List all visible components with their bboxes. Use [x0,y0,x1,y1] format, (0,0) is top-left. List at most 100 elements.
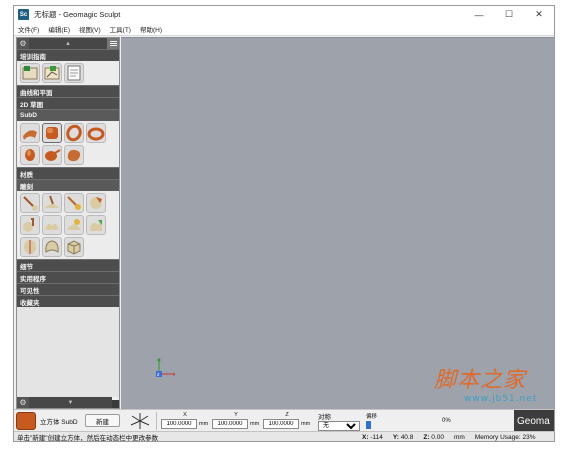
subd-tools [17,121,119,167]
menu-tools[interactable]: 工具(T) [110,24,131,34]
chevron-up-icon[interactable]: ▲ [29,38,107,49]
maximize-button[interactable]: ☐ [494,6,524,23]
minimize-button[interactable]: — [464,6,494,23]
divider [156,411,157,430]
palette-top-toolbar: ⚙ ▲ [17,38,119,49]
sculpt-carve-icon[interactable] [20,193,40,213]
sculpt-attract-icon[interactable] [86,193,106,213]
sculpt-tools [17,191,119,259]
offset-percent: 0% [442,417,451,424]
status-y: Y: 40.8 [393,434,414,441]
sculpt-face-icon[interactable] [20,237,40,257]
category-curves[interactable]: 曲线和平面 [17,85,119,97]
status-z-value: 0.00 [431,433,444,441]
symmetry-control: 对称 无 [318,411,360,431]
category-visibility[interactable]: 可见性 [17,283,119,295]
status-x: X: -114 [362,434,383,441]
offset-slider[interactable] [366,420,438,429]
y-dimension: Y mm [212,412,260,429]
sculpt-mirror-icon[interactable] [20,215,40,235]
status-y-value: 40.8 [400,433,414,441]
subd-torus-icon[interactable] [64,123,84,143]
sculpt-layer-icon[interactable] [86,215,106,235]
menu-file[interactable]: 文件(F) [18,24,39,34]
category-materials[interactable]: 材质 [17,167,119,179]
category-2d-sketch[interactable]: 2D 草图 [17,97,119,109]
sculpt-emboss-icon[interactable] [64,215,84,235]
sculpt-smooth-icon[interactable] [42,193,62,213]
status-z-label: Z: [423,433,430,441]
z-unit: mm [301,421,311,427]
category-sculpt[interactable]: 雕刻 [17,179,119,191]
sculpt-tug-icon[interactable] [64,193,84,213]
sculpt-box-icon[interactable] [64,237,84,257]
category-detail[interactable]: 细节 [17,259,119,271]
status-unit: mm [453,433,465,441]
memory-usage: Memory Usage: 23% [474,433,536,441]
tutorial-sculpt-icon[interactable] [20,63,40,83]
category-utilities[interactable]: 实用程序 [17,271,119,283]
window-title: 无标题 - Geomagic Sculpt [34,10,121,19]
offset-label: 偏移 [366,414,378,420]
z-dimension-input[interactable] [263,419,299,429]
z-label: Z [285,412,289,418]
category-favorites[interactable]: 收藏夹 [17,295,119,307]
subd-cube-icon[interactable] [42,123,62,143]
palette-bottom-toolbar: ⚙ ▼ [17,397,119,408]
category-tutorial[interactable]: 培训指南 [17,49,119,61]
new-button[interactable]: 新建 [85,414,120,427]
transform-axes-icon[interactable] [128,412,152,430]
menu-icon[interactable] [112,397,119,408]
status-y-label: Y: [392,433,399,441]
cube-subd-icon [16,411,36,430]
menu-help[interactable]: 帮助(H) [140,24,162,34]
3d-viewport[interactable]: z x [121,37,554,409]
status-message: 单击"新建"创建立方体，然后在动态栏中更改参数 [17,435,159,442]
y-label: Y [234,412,238,418]
subd-plane-icon[interactable] [20,123,40,143]
z-dimension: Z mm [263,412,311,429]
axis-triad-icon: z x [156,358,176,378]
x-dimension: X mm [161,412,209,429]
tool-palette: ⚙ ▲ 培训指南 曲线和平面 2D 草图 SubD 材质 雕刻 细节 实用程序 … [16,37,120,409]
close-button[interactable]: ✕ [524,6,554,23]
subd-blob-icon[interactable] [64,145,84,165]
app-logo-icon: Sc [18,9,29,20]
dynamic-bar: 立方体 SubD 新建 X mm Y mm Z [14,409,554,432]
sculpt-shell-icon[interactable] [42,237,62,257]
gear-icon[interactable]: ⚙ [17,397,29,408]
status-bar: 单击"新建"创建立方体，然后在动态栏中更改参数 X: -114 Y: 40.8 … [14,431,554,442]
svg-text:x: x [173,372,176,378]
app-window: Sc 无标题 - Geomagic Sculpt — ☐ ✕ 文件(F) 编辑(… [13,5,555,442]
brand-logo: Geoma [514,410,554,432]
y-unit: mm [250,421,260,427]
status-z: Z: 0.00 [423,434,444,441]
sculpt-wax-icon[interactable] [42,215,62,235]
symmetry-label: 对称 [318,413,331,421]
symmetry-select[interactable]: 无 [318,420,360,431]
tutorial-design-icon[interactable] [42,63,62,83]
x-unit: mm [199,421,209,427]
menu-view[interactable]: 视图(V) [79,24,101,34]
status-x-label: X: [362,433,369,441]
tutorial-tools [17,61,119,85]
slider-thumb[interactable] [366,421,371,429]
chevron-down-icon[interactable]: ▼ [29,397,112,408]
offset-control: 偏移 [366,412,438,429]
title-bar: Sc 无标题 - Geomagic Sculpt — ☐ ✕ [14,6,554,23]
x-dimension-input[interactable] [161,419,197,429]
menu-bar: 文件(F) 编辑(E) 视图(V) 工具(T) 帮助(H) [14,23,554,36]
status-x-value: -114 [370,433,383,441]
menu-edit[interactable]: 编辑(E) [48,24,70,34]
primitive-label: 立方体 SubD [40,418,78,426]
subd-cylinder-icon[interactable] [20,145,40,165]
subd-ring-icon[interactable] [86,123,106,143]
window-controls: — ☐ ✕ [464,6,554,23]
x-label: X [183,412,187,418]
menu-icon[interactable] [107,38,119,49]
tutorial-document-icon[interactable] [64,63,84,83]
y-dimension-input[interactable] [212,419,248,429]
subd-sphere-icon[interactable] [42,145,62,165]
gear-icon[interactable]: ⚙ [17,38,29,49]
category-subd[interactable]: SubD [17,109,119,121]
